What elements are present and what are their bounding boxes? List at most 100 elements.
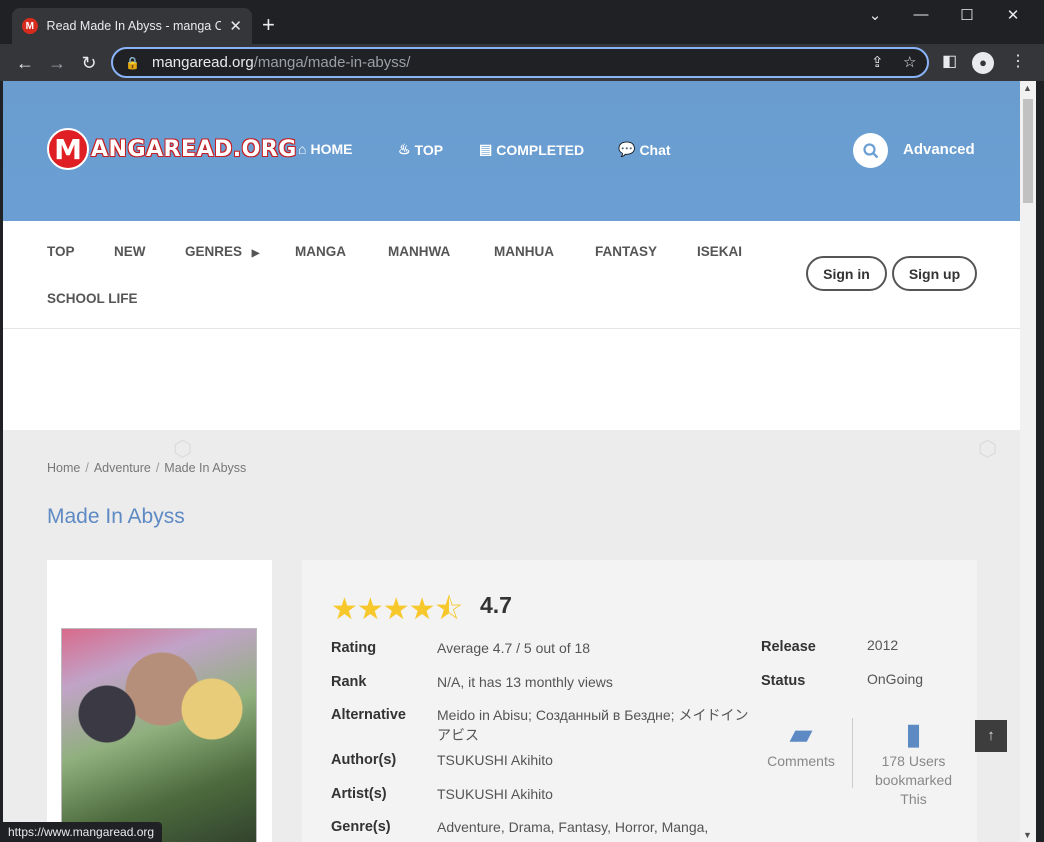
- tab-search-icon[interactable]: ⌄: [852, 6, 898, 24]
- status-bar-url: https://www.mangaread.org: [0, 822, 163, 842]
- nav-chat[interactable]: 💬 Chat: [618, 141, 671, 158]
- url-host: mangaread.org: [151, 54, 254, 71]
- subnav-top[interactable]: TOP: [47, 244, 75, 259]
- artist-value[interactable]: TSUKUSHI Akihito: [437, 784, 762, 804]
- release-label: Release: [761, 639, 816, 655]
- subnav-genres[interactable]: GENRES ▶: [185, 244, 259, 259]
- nav-home[interactable]: ⌂ HOME: [298, 141, 352, 157]
- genre-label: Genre(s): [331, 819, 391, 835]
- rating-stars[interactable]: ★★★★⯪: [331, 587, 463, 638]
- subnav-manhua[interactable]: MANHUA: [494, 244, 554, 259]
- minimize-icon[interactable]: —: [898, 6, 944, 23]
- breadcrumb-adventure[interactable]: Adventure: [94, 461, 151, 475]
- ad-space: [3, 329, 1020, 430]
- subnav-school-life[interactable]: SCHOOL LIFE: [47, 291, 138, 306]
- scroll-thumb[interactable]: [1023, 99, 1033, 203]
- url-path: /manga/made-in-abyss/: [253, 54, 411, 71]
- cover-image[interactable]: [61, 628, 257, 842]
- comments-label: Comments: [767, 753, 835, 769]
- bookmark-button[interactable]: ▮ 178 Users bookmarked This: [861, 718, 966, 809]
- alternative-label: Alternative: [331, 707, 406, 723]
- breadcrumb-home[interactable]: Home: [47, 461, 80, 475]
- manga-info-card: ★★★★⯪ 4.7 Rating Average 4.7 / 5 out of …: [302, 560, 977, 842]
- browser-tab[interactable]: M Read Made In Abyss - manga Online ✕: [12, 8, 252, 44]
- breadcrumb-current[interactable]: Made In Abyss: [164, 461, 246, 475]
- home-icon: ⌂: [298, 141, 307, 157]
- comments-icon: ▰: [789, 718, 813, 751]
- reload-icon[interactable]: ↻: [76, 50, 102, 76]
- nav-top-label: TOP: [414, 141, 444, 158]
- nav-completed[interactable]: ▤ COMPLETED: [479, 141, 584, 158]
- close-tab-icon[interactable]: ✕: [229, 17, 242, 35]
- back-to-top-button[interactable]: ↑: [975, 720, 1007, 752]
- scroll-up-icon[interactable]: ▲: [1023, 83, 1032, 93]
- rank-label: Rank: [331, 674, 367, 690]
- logo-badge: M: [47, 128, 89, 170]
- tab-title: Read Made In Abyss - manga Online: [46, 19, 222, 33]
- forward-icon[interactable]: →: [44, 50, 70, 76]
- side-panel-icon[interactable]: ◧: [942, 51, 957, 71]
- decor-hexagon-icon: ⬡: [978, 436, 998, 461]
- logo-text: ANGAREAD.ORG: [91, 136, 297, 162]
- chat-icon: 💬: [618, 141, 636, 157]
- bookmark-star-icon[interactable]: ☆: [903, 53, 916, 71]
- subnav-genres-label: GENRES: [185, 244, 243, 259]
- menu-icon[interactable]: ⋮: [1010, 51, 1026, 71]
- alternative-value: Meido in Abisu; Созданный в Бездне; メイドイ…: [437, 707, 749, 743]
- new-tab-icon[interactable]: +: [262, 14, 275, 36]
- tab-strip: M Read Made In Abyss - manga Online ✕ + …: [0, 0, 1044, 44]
- profile-icon[interactable]: ●: [972, 52, 994, 74]
- release-value[interactable]: 2012: [867, 637, 898, 653]
- browser-window: M Read Made In Abyss - manga Online ✕ + …: [0, 0, 1044, 842]
- artist-label: Artist(s): [331, 786, 387, 802]
- breadcrumb: Home / Adventure / Made In Abyss: [47, 461, 246, 475]
- nav-home-label: HOME: [310, 141, 353, 157]
- favicon-icon: M: [22, 18, 38, 34]
- subnav-fantasy[interactable]: FANTASY: [595, 244, 657, 259]
- status-label: Status: [761, 673, 806, 689]
- rating-label: Rating: [331, 640, 377, 656]
- list-icon: ▤: [479, 141, 493, 157]
- site-header: M ANGAREAD.ORG ⌂ HOME ♨ TOP ▤ COMPLETED …: [3, 81, 1020, 221]
- breadcrumb-separator: /: [85, 461, 89, 475]
- manga-content: ⬡ ⬡ ⬠ ⬠ ▢ ▢ Home/Adventure/Made In Abyss…: [3, 430, 1020, 842]
- sign-up-button[interactable]: Sign up: [892, 256, 977, 291]
- nav-completed-label: COMPLETED: [496, 141, 585, 158]
- advanced-search-link[interactable]: Advanced: [903, 141, 975, 158]
- caret-right-icon: ▶: [251, 248, 260, 259]
- browser-toolbar: ← → ↻ 🔒 mangaread.org /manga/made-in-aby…: [0, 44, 1044, 81]
- sign-in-button[interactable]: Sign in: [806, 256, 887, 291]
- rating-score: 4.7: [480, 592, 512, 618]
- site-logo[interactable]: M ANGAREAD.ORG: [47, 128, 297, 170]
- maximize-icon[interactable]: ☐: [944, 6, 990, 24]
- search-button[interactable]: [853, 133, 888, 168]
- breadcrumb-separator: /: [155, 461, 160, 475]
- page-title: Made In Abyss: [47, 505, 185, 528]
- nav-top[interactable]: ♨ TOP: [398, 141, 443, 158]
- bookmark-label: 178 Users bookmarked This: [874, 753, 953, 807]
- author-label: Author(s): [331, 752, 397, 768]
- bookmark-icon: ▮: [905, 718, 922, 751]
- author-value[interactable]: TSUKUSHI Akihito: [437, 750, 762, 770]
- search-icon: [862, 142, 878, 158]
- genre-value[interactable]: Adventure, Drama, Fantasy, Horror, Manga…: [437, 817, 762, 837]
- share-icon[interactable]: ⇪: [871, 53, 884, 71]
- lock-icon[interactable]: 🔒: [125, 56, 140, 70]
- fire-icon: ♨: [398, 141, 411, 157]
- status-value: OnGoing: [867, 671, 924, 687]
- close-window-icon[interactable]: ✕: [990, 6, 1036, 24]
- decor-hexagon-icon: ⬡: [173, 436, 193, 461]
- address-bar[interactable]: 🔒 mangaread.org /manga/made-in-abyss/ ⇪ …: [111, 47, 929, 78]
- subnav-manga[interactable]: MANGA: [295, 244, 346, 259]
- cover-card: [47, 560, 272, 842]
- comments-button[interactable]: ▰ Comments: [756, 718, 846, 771]
- rating-value: Average 4.7 / 5 out of 18: [437, 640, 591, 656]
- subnav-manhwa[interactable]: MANHWA: [388, 244, 450, 259]
- subnav-isekai[interactable]: ISEKAI: [697, 244, 742, 259]
- nav-chat-label: Chat: [639, 141, 671, 158]
- page-scrollbar[interactable]: ▲ ▼: [1020, 81, 1036, 842]
- back-icon[interactable]: ←: [12, 50, 38, 76]
- scroll-down-icon[interactable]: ▼: [1023, 830, 1032, 840]
- page-viewport: M ANGAREAD.ORG ⌂ HOME ♨ TOP ▤ COMPLETED …: [3, 81, 1020, 842]
- subnav-new[interactable]: NEW: [114, 244, 146, 259]
